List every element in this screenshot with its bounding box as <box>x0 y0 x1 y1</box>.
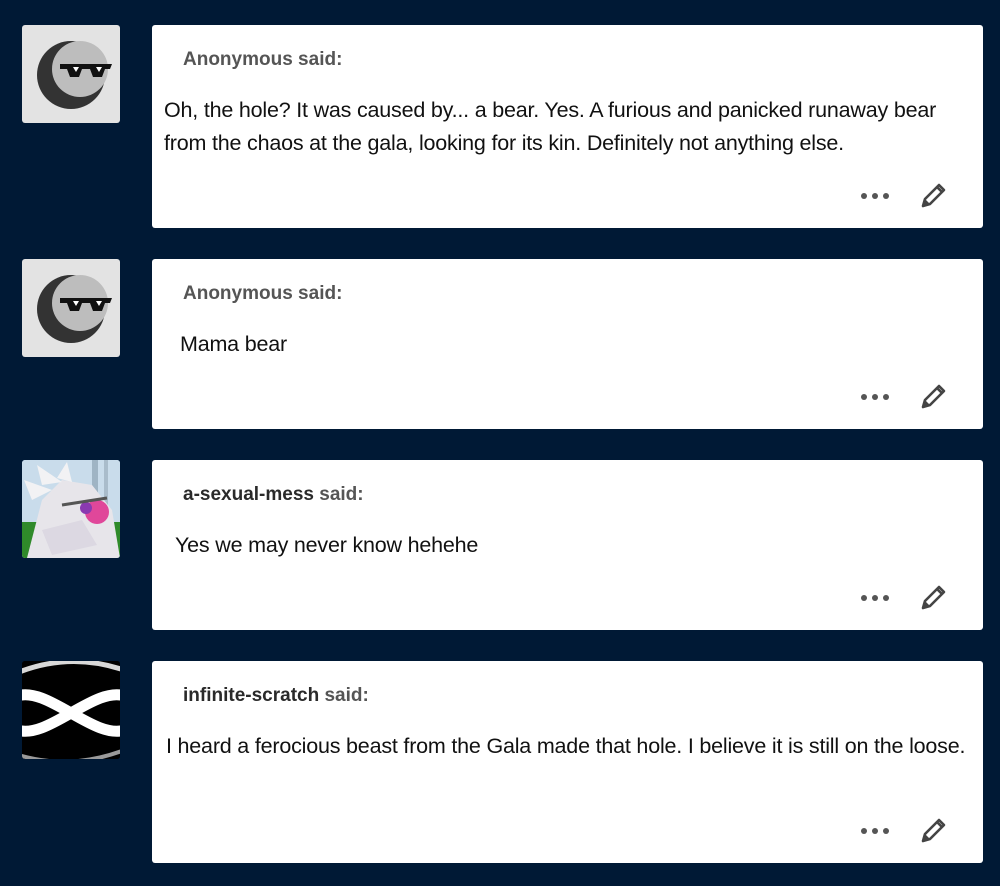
ask-card: a-sexual-mess said: Yes we may never kno… <box>152 460 983 630</box>
more-options-icon[interactable] <box>861 193 891 199</box>
asker-username[interactable]: infinite-scratch <box>183 685 319 706</box>
user-avatar[interactable] <box>22 460 120 558</box>
ask-card: Anonymous said: Mama bear <box>152 259 983 429</box>
post-actions <box>849 381 949 411</box>
post-actions <box>849 582 949 612</box>
said-label: said: <box>319 484 364 505</box>
pencil-icon[interactable] <box>919 381 949 411</box>
infinity-logo-avatar <box>22 661 120 759</box>
post-actions <box>849 180 949 210</box>
ask-text: Mama bear <box>180 332 287 356</box>
more-options-icon[interactable] <box>861 595 891 601</box>
ask-text: Oh, the hole? It was caused by... a bear… <box>164 98 937 155</box>
ask-card: Anonymous said: Oh, the hole? It was cau… <box>152 25 983 228</box>
ask-text: Yes we may never know hehehe <box>175 533 479 557</box>
pencil-icon[interactable] <box>919 582 949 612</box>
asker-label[interactable]: a-sexual-mess said: <box>183 484 364 506</box>
asker-label[interactable]: Anonymous said: <box>183 283 342 305</box>
more-options-icon[interactable] <box>861 828 891 834</box>
asker-label[interactable]: infinite-scratch said: <box>183 685 369 707</box>
more-options-icon[interactable] <box>861 394 891 400</box>
said-label: said: <box>324 685 369 706</box>
anonymous-avatar[interactable] <box>22 25 120 123</box>
ask-text: I heard a ferocious beast from the Gala … <box>166 734 966 758</box>
asker-username[interactable]: a-sexual-mess <box>183 484 314 505</box>
character-avatar <box>22 460 120 558</box>
anonymous-avatar[interactable] <box>22 259 120 357</box>
anonymous-sunglasses-icon <box>37 41 112 109</box>
asker-label[interactable]: Anonymous said: <box>183 49 342 71</box>
anonymous-sunglasses-icon <box>37 275 112 343</box>
post-actions <box>849 815 949 845</box>
pencil-icon[interactable] <box>919 815 949 845</box>
pencil-icon[interactable] <box>919 180 949 210</box>
user-avatar[interactable] <box>22 661 120 759</box>
ask-card: infinite-scratch said: I heard a ferocio… <box>152 661 983 863</box>
